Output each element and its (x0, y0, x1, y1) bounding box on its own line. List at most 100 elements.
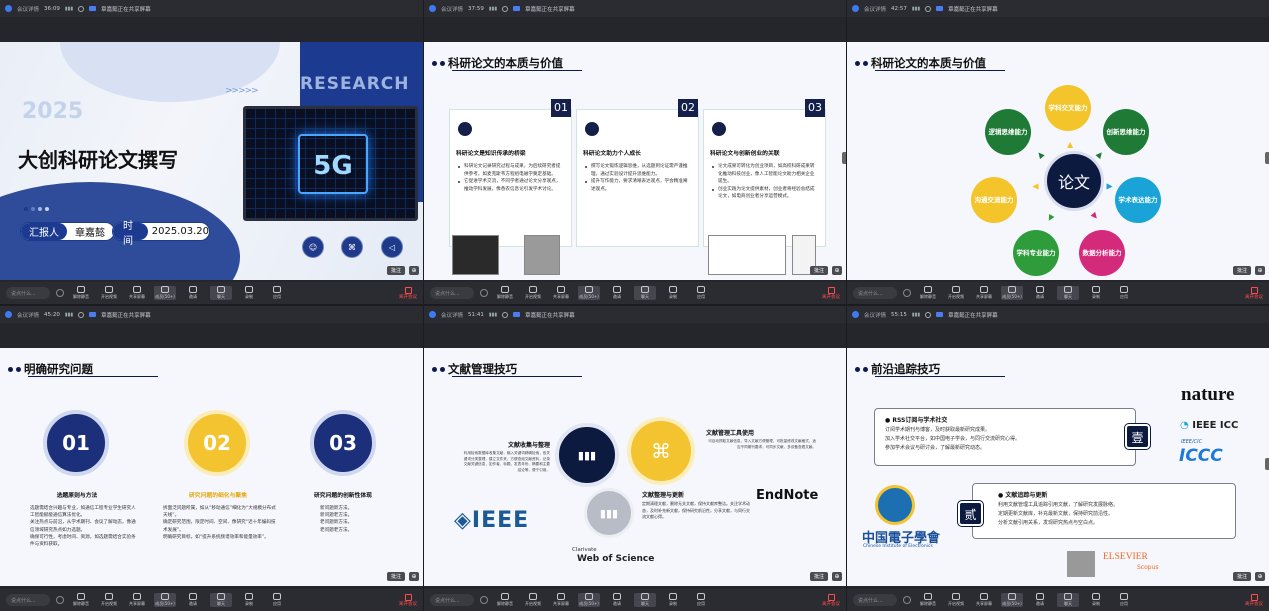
video-button[interactable]: 开启视频 (945, 593, 967, 607)
record-button[interactable]: 录制 (662, 286, 684, 300)
apps-button[interactable]: 应用 (690, 593, 712, 607)
raise-hand-icon[interactable] (903, 596, 911, 604)
video-button[interactable]: 开启视频 (522, 286, 544, 300)
apps-button[interactable]: 应用 (1113, 593, 1135, 607)
apps-button[interactable]: 应用 (266, 286, 288, 300)
chat-button[interactable]: 聊天 (1057, 593, 1079, 607)
annotate-button[interactable]: 批注 (809, 572, 828, 581)
raise-hand-icon[interactable] (56, 596, 64, 604)
video-tile-1[interactable]: 会议详情 36:09 ▮▮▮ 章嘉懿正在共享屏幕 >>>>> RESEARCH … (0, 0, 423, 304)
chat-button[interactable]: 聊天 (634, 593, 656, 607)
annotate-button[interactable]: 批注 (809, 266, 828, 275)
zoom-icon[interactable]: ⊕ (832, 572, 842, 581)
record-button[interactable]: 录制 (238, 593, 260, 607)
mute-button[interactable]: 解除静音 (70, 593, 92, 607)
record-button[interactable]: 录制 (662, 593, 684, 607)
leave-meeting-button[interactable]: 离开会议 (399, 286, 417, 300)
record-icon[interactable] (925, 311, 932, 318)
share-status[interactable]: 章嘉懿正在共享屏幕 (525, 311, 575, 319)
chat-input[interactable]: 说点什么... (853, 287, 897, 299)
record-button[interactable]: 录制 (238, 286, 260, 300)
raise-hand-icon[interactable] (56, 289, 64, 297)
share-button[interactable]: 共享屏幕 (126, 593, 148, 607)
chat-button[interactable]: 聊天 (210, 593, 232, 607)
invite-button[interactable]: 邀请 (1029, 593, 1051, 607)
raise-hand-icon[interactable] (480, 289, 488, 297)
zoom-icon[interactable]: ⊕ (409, 572, 419, 581)
share-status[interactable]: 章嘉懿正在共享屏幕 (101, 5, 151, 13)
video-button[interactable]: 开启视频 (98, 593, 120, 607)
mute-button[interactable]: 解除静音 (917, 593, 939, 607)
invite-button[interactable]: 邀请 (182, 593, 204, 607)
zoom-icon[interactable]: ⊕ (1255, 266, 1265, 275)
raise-hand-icon[interactable] (480, 596, 488, 604)
video-button[interactable]: 开启视频 (98, 286, 120, 300)
annotate-button[interactable]: 批注 (1232, 572, 1251, 581)
share-status[interactable]: 章嘉懿正在共享屏幕 (948, 311, 998, 319)
zoom-icon[interactable]: ⊕ (409, 266, 419, 275)
share-button[interactable]: 共享屏幕 (973, 286, 995, 300)
members-button[interactable]: 成员(50+) (154, 286, 176, 300)
members-button[interactable]: 成员(50+) (1001, 593, 1023, 607)
chat-input[interactable]: 说点什么... (853, 594, 897, 606)
video-tile-6[interactable]: 会议详情 55:15 ▮▮▮ 章嘉懿正在共享屏幕 前沿追踪技巧 ● RSS订阅与… (847, 306, 1269, 611)
chat-input[interactable]: 说点什么... (6, 594, 50, 606)
leave-meeting-button[interactable]: 离开会议 (822, 286, 840, 300)
invite-button[interactable]: 邀请 (1029, 286, 1051, 300)
leave-meeting-button[interactable]: 离开会议 (1245, 286, 1263, 300)
record-button[interactable]: 录制 (1085, 593, 1107, 607)
side-handle[interactable] (1265, 458, 1269, 470)
record-icon[interactable] (925, 5, 932, 12)
zoom-icon[interactable]: ⊕ (832, 266, 842, 275)
leave-meeting-button[interactable]: 离开会议 (399, 593, 417, 607)
members-button[interactable]: 成员(50+) (578, 593, 600, 607)
annotate-button[interactable]: 批注 (386, 572, 405, 581)
leave-meeting-button[interactable]: 离开会议 (1245, 593, 1263, 607)
record-icon[interactable] (502, 311, 509, 318)
members-button[interactable]: 成员(50+) (154, 593, 176, 607)
record-icon[interactable] (78, 311, 85, 318)
video-button[interactable]: 开启视频 (522, 593, 544, 607)
chat-button[interactable]: 聊天 (634, 286, 656, 300)
apps-button[interactable]: 应用 (266, 593, 288, 607)
invite-button[interactable]: 邀请 (182, 286, 204, 300)
mute-button[interactable]: 解除静音 (494, 593, 516, 607)
share-icon (980, 593, 988, 600)
video-tile-3[interactable]: 会议详情 42:57 ▮▮▮ 章嘉懿正在共享屏幕 科研论文的本质与价值 学科交叉… (847, 0, 1269, 304)
share-button[interactable]: 共享屏幕 (126, 286, 148, 300)
video-button[interactable]: 开启视频 (945, 286, 967, 300)
record-icon[interactable] (502, 5, 509, 12)
mute-button[interactable]: 解除静音 (917, 286, 939, 300)
share-status[interactable]: 章嘉懿正在共享屏幕 (525, 5, 575, 13)
record-icon[interactable] (78, 5, 85, 12)
video-tile-2[interactable]: 会议详情 37:59 ▮▮▮ 章嘉懿正在共享屏幕 科研论文的本质与价值 01 科… (424, 0, 846, 304)
chat-input[interactable]: 说点什么... (6, 287, 50, 299)
mute-button[interactable]: 解除静音 (70, 286, 92, 300)
record-button[interactable]: 录制 (1085, 286, 1107, 300)
zoom-icon[interactable]: ⊕ (1255, 572, 1265, 581)
members-button[interactable]: 成员(50+) (578, 286, 600, 300)
leave-meeting-button[interactable]: 离开会议 (822, 593, 840, 607)
side-handle[interactable] (1265, 152, 1269, 164)
chat-input[interactable]: 说点什么... (430, 594, 474, 606)
share-status[interactable]: 章嘉懿正在共享屏幕 (948, 5, 998, 13)
invite-button[interactable]: 邀请 (606, 286, 628, 300)
mute-button[interactable]: 解除静音 (494, 286, 516, 300)
video-tile-5[interactable]: 会议详情 51:41 ▮▮▮ 章嘉懿正在共享屏幕 文献管理技巧 ▮▮▮ ⌘ ▮▮… (424, 306, 846, 611)
invite-button[interactable]: 邀请 (606, 593, 628, 607)
chat-button[interactable]: 聊天 (210, 286, 232, 300)
share-status[interactable]: 章嘉懿正在共享屏幕 (101, 311, 151, 319)
chat-button[interactable]: 聊天 (1057, 286, 1079, 300)
apps-button[interactable]: 应用 (690, 286, 712, 300)
share-button[interactable]: 共享屏幕 (550, 593, 572, 607)
annotate-button[interactable]: 批注 (386, 266, 405, 275)
side-handle[interactable] (842, 152, 846, 164)
apps-button[interactable]: 应用 (1113, 286, 1135, 300)
video-tile-4[interactable]: 会议详情 45:20 ▮▮▮ 章嘉懿正在共享屏幕 明确研究问题 01 02 03… (0, 306, 423, 611)
share-button[interactable]: 共享屏幕 (550, 286, 572, 300)
annotate-button[interactable]: 批注 (1232, 266, 1251, 275)
chat-input[interactable]: 说点什么... (430, 287, 474, 299)
raise-hand-icon[interactable] (903, 289, 911, 297)
members-button[interactable]: 成员(50+) (1001, 286, 1023, 300)
share-button[interactable]: 共享屏幕 (973, 593, 995, 607)
